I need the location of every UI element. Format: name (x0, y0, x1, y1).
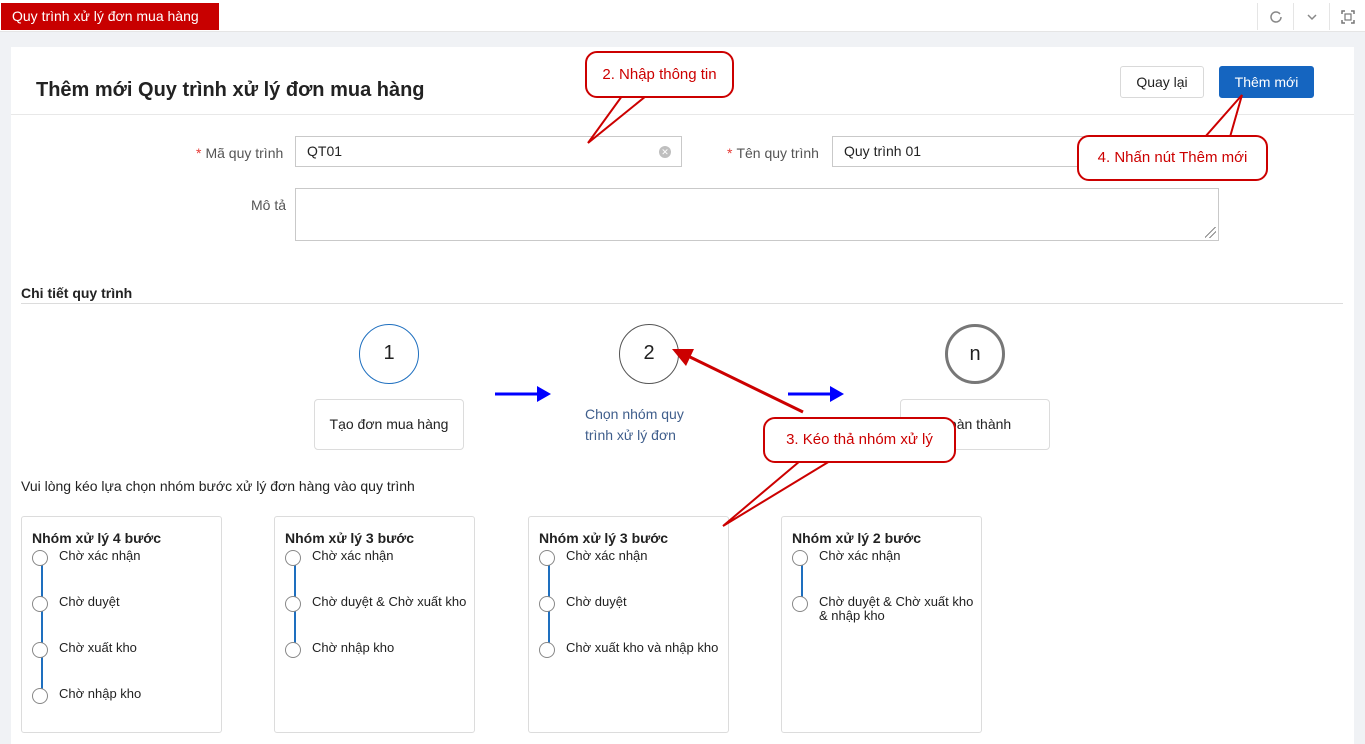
refresh-icon[interactable] (1257, 3, 1293, 30)
step-dot-icon (32, 642, 48, 658)
name-input[interactable]: Quy trình 01 (832, 136, 1092, 167)
step-dot-icon (285, 596, 301, 612)
step-dot-icon (539, 642, 555, 658)
code-input[interactable]: QT01 ✕ (295, 136, 682, 167)
required-mark: * (196, 145, 202, 161)
detail-section-title: Chi tiết quy trình (21, 285, 133, 301)
arrow-right-icon (788, 386, 844, 402)
name-input-value: Quy trình 01 (844, 143, 922, 159)
annotation-enter-info: 2. Nhập thông tin (585, 51, 734, 98)
name-label: * Tên quy trình (727, 145, 819, 161)
section-divider (21, 303, 1343, 304)
chevron-down-icon[interactable] (1293, 3, 1329, 30)
step-dot-icon (539, 596, 555, 612)
step-dot-icon (792, 596, 808, 612)
group-card-2-steps[interactable]: Nhóm xử lý 2 bước Chờ xác nhận Chờ duyệt… (781, 516, 982, 733)
resize-handle-icon[interactable] (1205, 227, 1216, 238)
step-1-box: Tạo đơn mua hàng (314, 399, 464, 450)
group-title: Nhóm xử lý 3 bước (285, 530, 415, 546)
group-title: Nhóm xử lý 4 bước (32, 530, 162, 546)
timeline-line (41, 564, 43, 702)
required-mark: * (727, 145, 733, 161)
tab-purchase-process[interactable]: Quy trình xử lý đơn mua hàng (1, 3, 219, 30)
group-card-3-steps-b[interactable]: Nhóm xử lý 3 bước Chờ xác nhận Chờ duyệt… (528, 516, 729, 733)
step-dot-icon (285, 642, 301, 658)
step-2-circle: 2 (619, 324, 679, 384)
step-n-circle: n (945, 324, 1005, 384)
group-title: Nhóm xử lý 2 bước (792, 530, 922, 546)
top-toolbar (1257, 3, 1365, 30)
step-dot-icon (539, 550, 555, 566)
code-label: * Mã quy trình (196, 145, 284, 161)
step-2-dropzone[interactable]: Chọn nhóm quy trình xử lý đơn (585, 404, 705, 446)
page-title: Thêm mới Quy trình xử lý đơn mua hàng (36, 79, 425, 101)
clear-icon[interactable]: ✕ (659, 146, 671, 158)
group-title: Nhóm xử lý 3 bước (539, 530, 669, 546)
step-dot-icon (285, 550, 301, 566)
arrow-right-icon (495, 386, 551, 402)
code-input-value: QT01 (307, 143, 343, 159)
step-1-circle: 1 (359, 324, 419, 384)
step-dot-icon (792, 550, 808, 566)
step-dot-icon (32, 688, 48, 704)
add-button[interactable]: Thêm mới (1219, 66, 1314, 98)
group-card-4-steps[interactable]: Nhóm xử lý 4 bước Chờ xác nhận Chờ duyệt… (21, 516, 222, 733)
group-card-3-steps-a[interactable]: Nhóm xử lý 3 bước Chờ xác nhận Chờ duyệt… (274, 516, 475, 733)
annotation-click-add: 4. Nhấn nút Thêm mới (1077, 135, 1268, 181)
desc-label: Mô tả (251, 197, 287, 213)
step-dot-icon (32, 596, 48, 612)
back-button[interactable]: Quay lại (1120, 66, 1204, 98)
fullscreen-icon[interactable] (1329, 3, 1365, 30)
desc-textarea[interactable] (295, 188, 1219, 241)
header-divider (11, 114, 1354, 115)
top-tab-bar: Quy trình xử lý đơn mua hàng (0, 0, 1365, 32)
drag-instruction: Vui lòng kéo lựa chọn nhóm bước xử lý đơ… (21, 478, 415, 494)
step-dot-icon (32, 550, 48, 566)
annotation-drag-group: 3. Kéo thả nhóm xử lý (763, 417, 956, 463)
